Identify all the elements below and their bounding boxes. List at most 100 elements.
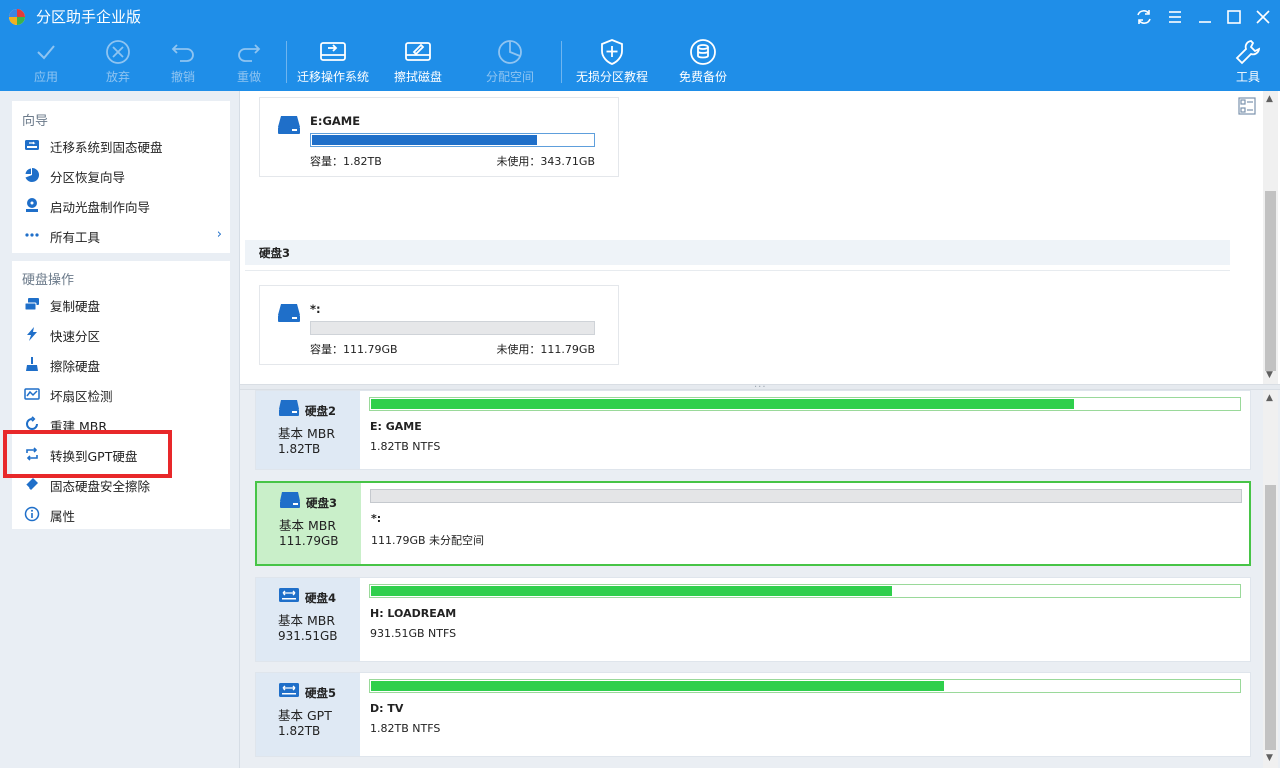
partition-name: H: LOADREAM — [370, 607, 457, 620]
partition-detail: 111.79GB 未分配空间 — [371, 534, 485, 547]
discard-button[interactable]: 放弃 — [96, 33, 140, 91]
sidebar-item-boot-disc[interactable]: 启动光盘制作向导 — [12, 192, 230, 218]
volume-capacity: 容量：111.79GB — [310, 343, 398, 356]
scroll-up-icon[interactable]: ▲ — [1266, 95, 1275, 104]
disk-row-selected[interactable]: 硬盘3 基本 MBR 111.79GB *: 111.79GB 未分配空间 — [255, 481, 1251, 566]
sidebar-item-label: 固态硬盘安全擦除 — [50, 479, 151, 494]
partition-block[interactable]: D: TV 1.82TB NTFS — [369, 679, 1241, 749]
disk-name: 硬盘2 — [305, 404, 337, 418]
pie-chart-icon — [495, 37, 525, 67]
sidebar-item-label: 分区恢复向导 — [50, 170, 126, 185]
discard-label: 放弃 — [105, 70, 130, 84]
disk-arrows-icon — [278, 681, 300, 699]
wipe-disk-button[interactable]: 擦拭磁盘 — [389, 33, 447, 91]
volume-card-unallocated[interactable]: *: 容量：111.79GB 未使用：111.79GB — [259, 285, 619, 365]
undo-icon — [168, 37, 198, 67]
highlight-annotation — [3, 430, 172, 478]
sidebar-item-partition-recovery[interactable]: 分区恢复向导 — [12, 162, 230, 188]
disk-row[interactable]: 硬盘4 基本 MBR 931.51GB H: LOADREAM 931.51GB… — [255, 577, 1251, 662]
apply-label: 应用 — [33, 70, 58, 84]
backup-button[interactable]: 免费备份 — [675, 33, 731, 91]
volume-free: 未使用：111.79GB — [496, 343, 595, 356]
shield-plus-icon — [597, 37, 627, 67]
disk-info: 硬盘3 基本 MBR 111.79GB — [257, 483, 361, 564]
tools-label: 工具 — [1235, 70, 1260, 84]
redo-label: 重做 — [236, 70, 261, 84]
disk-operations-panel: 硬盘操作 复制硬盘 快速分区 擦除硬盘 坏扇区检测 重建 MBR 转换到GPT硬… — [12, 261, 230, 529]
sidebar-item-migrate-ssd[interactable]: 迁移系统到固态硬盘 — [12, 132, 230, 158]
migrate-os-button[interactable]: 迁移操作系统 — [294, 33, 372, 91]
tutorial-button[interactable]: 无损分区教程 — [572, 33, 652, 91]
toolbar-divider — [286, 41, 287, 83]
partition-name: *: — [371, 512, 382, 525]
window-title: 分区助手企业版 — [36, 8, 142, 26]
scroll-up-icon[interactable]: ▲ — [1266, 394, 1275, 403]
sidebar-item-properties[interactable]: 属性 — [12, 501, 230, 527]
disk-arrows-icon — [278, 586, 300, 604]
partition-detail: 931.51GB NTFS — [370, 627, 457, 640]
disk-list: 硬盘2 基本 MBR 1.82TB E: GAME 1.82TB NTFS 硬盘… — [240, 390, 1280, 768]
partition-usage-bar — [369, 397, 1241, 411]
scroll-down-icon[interactable]: ▼ — [1266, 754, 1275, 763]
chevron-right-icon: › — [216, 227, 222, 242]
partition-detail: 1.82TB NTFS — [370, 722, 441, 735]
close-icon[interactable] — [1252, 6, 1274, 28]
disk-size: 1.82TB — [278, 724, 321, 738]
view-toggle-icon[interactable] — [1238, 97, 1256, 115]
volume-usage-bar — [310, 133, 595, 147]
sidebar-item-copy-disk[interactable]: 复制硬盘 — [12, 291, 230, 317]
disk-type: 基本 MBR — [278, 613, 336, 628]
disk-row[interactable]: 硬盘5 基本 GPT 1.82TB D: TV 1.82TB NTFS — [255, 672, 1251, 757]
disk-info: 硬盘5 基本 GPT 1.82TB — [256, 673, 360, 756]
tools-button[interactable]: 工具 — [1229, 33, 1267, 91]
tutorial-label: 无损分区教程 — [575, 70, 648, 84]
divider — [245, 270, 1230, 271]
disk-row[interactable]: 硬盘2 基本 MBR 1.82TB E: GAME 1.82TB NTFS — [255, 390, 1251, 470]
menu-icon[interactable] — [1164, 6, 1186, 28]
partition-map-view: E:GAME 容量：1.82TB 未使用：343.71GB 硬盘3 *: 容量：… — [240, 91, 1280, 384]
partition-usage-bar — [370, 489, 1242, 503]
partition-usage-bar — [369, 679, 1241, 693]
wrench-icon — [1233, 37, 1263, 67]
scrollbar-thumb[interactable] — [1265, 191, 1276, 371]
wizard-title: 向导 — [22, 114, 49, 129]
upper-scrollbar[interactable]: ▲ ▼ — [1263, 91, 1278, 384]
sidebar-item-bad-sector-check[interactable]: 坏扇区检测 — [12, 381, 230, 407]
sidebar-item-label: 所有工具 — [50, 230, 101, 245]
info-icon — [24, 506, 40, 522]
sidebar-item-wipe-disk[interactable]: 擦除硬盘 — [12, 351, 230, 377]
sidebar-item-all-tools[interactable]: 所有工具 › — [12, 222, 230, 248]
maximize-icon[interactable] — [1223, 6, 1245, 28]
apply-button[interactable]: 应用 — [24, 33, 68, 91]
partition-usage-fill — [371, 586, 892, 596]
disk-name: 硬盘3 — [306, 496, 338, 510]
partition-block[interactable]: E: GAME 1.82TB NTFS — [369, 397, 1241, 467]
volume-card-e[interactable]: E:GAME 容量：1.82TB 未使用：343.71GB — [259, 97, 619, 177]
partition-usage-fill — [371, 399, 1074, 409]
cancel-circle-icon — [103, 37, 133, 67]
checkmark-icon — [31, 37, 61, 67]
eraser-icon — [24, 476, 40, 492]
brush-icon — [24, 356, 40, 372]
refresh-icon[interactable] — [1133, 6, 1155, 28]
partition-name: D: TV — [370, 702, 404, 715]
undo-button[interactable]: 撤销 — [161, 33, 205, 91]
scrollbar-thumb[interactable] — [1265, 485, 1276, 750]
allocate-space-button[interactable]: 分配空间 — [481, 33, 539, 91]
redo-button[interactable]: 重做 — [227, 33, 271, 91]
partition-block[interactable]: H: LOADREAM 931.51GB NTFS — [369, 584, 1241, 654]
partition-block[interactable]: *: 111.79GB 未分配空间 — [370, 489, 1242, 559]
minimize-icon[interactable] — [1194, 6, 1216, 28]
partition-usage-fill — [371, 681, 944, 691]
lower-scrollbar[interactable]: ▲ ▼ — [1263, 390, 1278, 768]
sidebar-item-quick-partition[interactable]: 快速分区 — [12, 321, 230, 347]
scroll-down-icon[interactable]: ▼ — [1266, 371, 1275, 380]
volume-name: E:GAME — [310, 114, 361, 128]
volume-usage-bar — [310, 321, 595, 335]
copy-disk-icon — [24, 296, 40, 312]
sidebar-item-label: 快速分区 — [50, 329, 101, 344]
disk-icon — [277, 115, 301, 135]
disk-size: 111.79GB — [279, 534, 339, 548]
partition-usage-bar — [369, 584, 1241, 598]
disk-operations-title: 硬盘操作 — [22, 273, 75, 288]
